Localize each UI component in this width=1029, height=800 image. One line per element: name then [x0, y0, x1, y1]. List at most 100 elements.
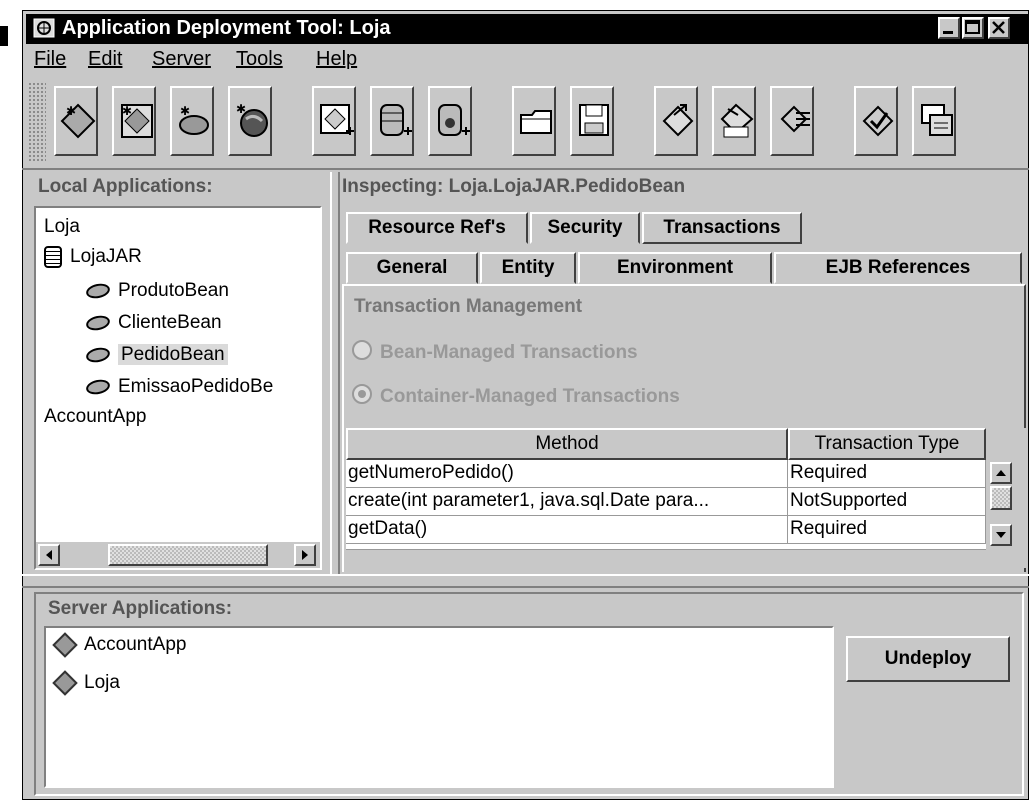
maximize-button[interactable] [962, 17, 984, 39]
tab-general[interactable]: General [346, 252, 478, 284]
server-app-label: Loja [84, 672, 120, 693]
bean-icon [84, 377, 112, 397]
deploy-icon [662, 104, 694, 137]
scroll-thumb[interactable] [990, 486, 1012, 510]
menu-file[interactable]: File [34, 48, 66, 76]
new-ejb-button[interactable]: ✱ [112, 86, 156, 156]
horizontal-split-divider[interactable] [22, 574, 1029, 588]
save-icon [579, 104, 609, 136]
server-applications-list[interactable]: AccountApp Loja [44, 626, 834, 788]
tab-transactions[interactable]: Transactions [642, 212, 802, 244]
tab-environment[interactable]: Environment [578, 252, 772, 284]
window-title: Application Deployment Tool: Loja [62, 17, 391, 39]
table-cell-method[interactable]: create(int parameter1, java.sql.Date par… [346, 488, 788, 516]
tree-node-lojajar[interactable]: LojaJAR [44, 246, 142, 268]
table-vertical-scrollbar[interactable] [988, 460, 1014, 550]
tab-security[interactable]: Security [530, 212, 640, 244]
tab-ejb-references[interactable]: EJB References [774, 252, 1022, 284]
application-icon [52, 670, 78, 696]
column-header-method[interactable]: Method [346, 428, 788, 460]
save-button[interactable] [570, 86, 614, 156]
add-database-alt-button[interactable] [428, 86, 472, 156]
bean-icon [84, 281, 112, 301]
tab-entity[interactable]: Entity [480, 252, 576, 284]
local-applications-tree[interactable]: Loja LojaJAR ProdutoBean ClienteBean Ped… [34, 206, 322, 570]
tree-horizontal-scrollbar[interactable] [36, 542, 320, 568]
server-app-label: AccountApp [84, 634, 187, 655]
application-icon [52, 632, 78, 658]
scroll-up-button[interactable] [990, 462, 1012, 484]
transaction-management-title: Transaction Management [354, 296, 583, 317]
tree-node-emissaopedidobean[interactable]: EmissaoPedidoBe [84, 376, 273, 398]
server-app-accountapp[interactable]: AccountApp [50, 632, 187, 658]
bean-managed-radio[interactable]: Bean-Managed Transactions [352, 340, 638, 364]
open-icon [520, 110, 552, 134]
open-button[interactable] [512, 86, 556, 156]
table-cell-transaction-type[interactable]: Required [788, 460, 986, 488]
minimize-button[interactable] [938, 17, 960, 39]
add-database-icon [380, 104, 412, 136]
add-database-button[interactable] [370, 86, 414, 156]
new-application-button[interactable]: ✱ [54, 86, 98, 156]
scroll-right-button[interactable] [294, 544, 316, 566]
refresh-button[interactable] [770, 86, 814, 156]
table-cell-method[interactable]: getNumeroPedido() [346, 460, 788, 488]
bean-managed-label: Bean-Managed Transactions [380, 342, 638, 363]
toolbar-grip[interactable] [28, 82, 46, 162]
arrow-left-icon [46, 550, 52, 560]
deploy-button[interactable] [654, 86, 698, 156]
table-cell-method[interactable]: getData() [346, 516, 788, 544]
add-file-button[interactable] [312, 86, 356, 156]
local-applications-label: Local Applications: [38, 176, 213, 197]
tree-node-label: LojaJAR [70, 246, 142, 268]
menu-edit[interactable]: Edit [88, 48, 122, 76]
method-transaction-table[interactable]: Method Transaction Type getNumeroPedido(… [346, 428, 1026, 568]
background-window-edge [0, 26, 8, 46]
container-managed-radio[interactable]: Container-Managed Transactions [352, 384, 680, 408]
verify-icon [862, 105, 894, 137]
arrow-right-icon [302, 550, 308, 560]
scroll-left-button[interactable] [38, 544, 60, 566]
menu-server[interactable]: Server [152, 48, 211, 76]
split-pane-divider[interactable] [330, 172, 340, 574]
verify-button[interactable] [854, 86, 898, 156]
menu-tools[interactable]: Tools [236, 48, 283, 76]
column-header-transaction-type[interactable]: Transaction Type [788, 428, 986, 460]
bean-icon [84, 345, 112, 365]
close-button[interactable] [988, 17, 1010, 39]
table-cell-transaction-type[interactable]: Required [788, 516, 986, 544]
tree-node-label: AccountApp [44, 406, 147, 427]
svg-text:✱: ✱ [236, 102, 246, 116]
table-cell-transaction-type[interactable]: NotSupported [788, 488, 986, 516]
tree-node-clientebean[interactable]: ClienteBean [84, 312, 222, 334]
tree-node-label-selected: PedidoBean [118, 344, 228, 365]
tree-node-accountapp[interactable]: AccountApp [44, 406, 146, 428]
server-app-loja[interactable]: Loja [50, 670, 120, 696]
new-application-icon: ✱ [60, 103, 96, 139]
update-icon [720, 103, 754, 138]
container-managed-label: Container-Managed Transactions [380, 386, 680, 407]
tab-resource-refs[interactable]: Resource Ref's [346, 212, 528, 244]
new-ejb-icon: ✱ [121, 104, 153, 138]
arrow-down-icon [996, 532, 1006, 538]
undeploy-toolbar-button[interactable] [912, 86, 956, 156]
tree-node-label: ClienteBean [118, 312, 222, 333]
tree-node-pedidobean[interactable]: PedidoBean [84, 344, 228, 366]
new-client-button[interactable]: ✱ [228, 86, 272, 156]
tree-node-loja[interactable]: Loja [44, 216, 80, 238]
menu-help[interactable]: Help [316, 48, 357, 76]
undeploy-button[interactable]: Undeploy [846, 636, 1010, 682]
radio-checked-icon [352, 384, 372, 404]
radio-unchecked-icon [352, 340, 372, 360]
new-web-component-button[interactable]: ✱ [170, 86, 214, 156]
tree-node-produtobean[interactable]: ProdutoBean [84, 280, 229, 302]
server-applications-label: Server Applications: [48, 598, 233, 619]
svg-text:✱: ✱ [66, 104, 76, 118]
scroll-thumb[interactable] [108, 544, 268, 566]
app-icon [32, 17, 56, 39]
svg-text:✱: ✱ [180, 104, 190, 118]
scroll-down-button[interactable] [990, 524, 1012, 546]
jar-icon [44, 246, 62, 268]
update-button[interactable] [712, 86, 756, 156]
title-bar[interactable]: Application Deployment Tool: Loja [26, 14, 1029, 44]
